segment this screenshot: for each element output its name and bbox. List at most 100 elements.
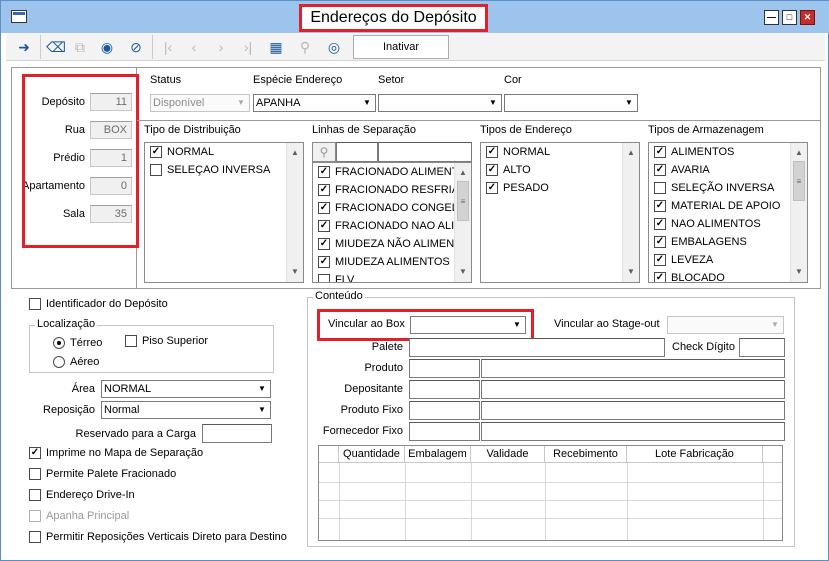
fornecedor-code-field[interactable]: [409, 422, 480, 441]
lightbulb-icon[interactable]: ◎: [322, 36, 346, 58]
inativar-button[interactable]: Inativar: [353, 35, 449, 59]
scroll-thumb[interactable]: ≡: [457, 181, 469, 221]
list-item[interactable]: ✓ LEVEZA: [649, 251, 807, 269]
grid-header-quantidade[interactable]: Quantidade: [339, 446, 405, 463]
maximize-button[interactable]: □: [782, 10, 797, 25]
palete-field[interactable]: [409, 338, 665, 357]
fornecedor-desc-field[interactable]: [481, 422, 785, 441]
list-item[interactable]: ✓ PESADO: [481, 179, 639, 197]
radio-button[interactable]: [53, 356, 65, 368]
checkbox[interactable]: ✓: [318, 166, 330, 178]
list-item[interactable]: FLV: [313, 271, 471, 282]
reposicao-combo[interactable]: Normal ▼: [101, 401, 271, 419]
checkbox[interactable]: [29, 510, 41, 522]
checkbox[interactable]: ✓: [318, 202, 330, 214]
grid-header-embalagem[interactable]: Embalagem: [405, 446, 471, 463]
checkbox[interactable]: ✓: [654, 254, 666, 266]
previous-record-icon[interactable]: ‹: [182, 36, 206, 58]
scroll-down-icon[interactable]: ▼: [623, 264, 639, 280]
list-item[interactable]: ✓ ALTO: [481, 161, 639, 179]
radio-button[interactable]: [53, 337, 65, 349]
especie-combo[interactable]: APANHA ▼: [253, 94, 376, 112]
checkbox[interactable]: ✓: [654, 218, 666, 230]
scrollbar[interactable]: ▲ ≡ ▼: [454, 163, 471, 282]
delete-icon[interactable]: ⊘: [124, 36, 148, 58]
status-combo[interactable]: Disponível ▼: [150, 94, 250, 112]
close-button[interactable]: ✕: [800, 10, 815, 25]
scroll-up-icon[interactable]: ▲: [791, 145, 807, 161]
list-item[interactable]: ✓ NORMAL: [145, 143, 303, 161]
area-combo[interactable]: NORMAL ▼: [101, 380, 271, 398]
checkbox[interactable]: [654, 182, 666, 194]
checkbox[interactable]: ✓: [318, 184, 330, 196]
produto-desc-field[interactable]: [481, 359, 785, 378]
list-item[interactable]: ✓ FRACIONADO CONGELA: [313, 199, 471, 217]
exit-icon[interactable]: ➜: [12, 36, 36, 58]
grid-header-lote[interactable]: Lote Fabricação: [627, 446, 763, 463]
last-record-icon[interactable]: ›|: [236, 36, 260, 58]
list-item[interactable]: ✓ EMBALAGENS: [649, 233, 807, 251]
save-icon[interactable]: ◉: [95, 36, 119, 58]
first-record-icon[interactable]: |‹: [156, 36, 180, 58]
scroll-down-icon[interactable]: ▼: [791, 264, 807, 280]
depositante-desc-field[interactable]: [481, 380, 785, 399]
piso-superior-checkbox[interactable]: Piso Superior: [125, 334, 208, 348]
checkbox[interactable]: ✓: [318, 256, 330, 268]
produto-fixo-code-field[interactable]: [409, 401, 480, 420]
check-digito-field[interactable]: [739, 338, 785, 357]
depositante-code-field[interactable]: [409, 380, 480, 399]
grid-view-icon[interactable]: ▦: [264, 36, 288, 58]
list-item[interactable]: ✓ AVARIA: [649, 161, 807, 179]
list-item[interactable]: ✓ NAO ALIMENTOS: [649, 215, 807, 233]
list-item[interactable]: SELEÇAO INVERSA: [145, 161, 303, 179]
eraser-icon[interactable]: ⌫: [44, 36, 68, 58]
checkbox[interactable]: [29, 489, 41, 501]
linhas-search-icon[interactable]: ⚲: [312, 142, 336, 162]
scroll-down-icon[interactable]: ▼: [455, 264, 471, 280]
scrollbar[interactable]: ▲ ▼: [622, 143, 639, 282]
terreo-radio[interactable]: Térreo: [53, 336, 102, 350]
scroll-thumb[interactable]: ≡: [793, 161, 805, 201]
list-item[interactable]: ✓ FRACIONADO NAO ALIM: [313, 217, 471, 235]
checkbox[interactable]: [318, 274, 330, 282]
list-item[interactable]: ✓ FRACIONADO RESFRIA: [313, 181, 471, 199]
checkbox[interactable]: ✓: [654, 200, 666, 212]
imprime-checkbox[interactable]: ✓ Imprime no Mapa de Separação: [29, 446, 203, 460]
checkbox[interactable]: ✓: [486, 182, 498, 194]
copy-icon[interactable]: ⧉: [68, 36, 92, 58]
grid-header-recebimento[interactable]: Recebimento: [545, 446, 627, 463]
list-item[interactable]: ✓ FRACIONADO ALIMENT: [313, 163, 471, 181]
palete-fracionado-checkbox[interactable]: Permite Palete Fracionado: [29, 467, 176, 481]
checkbox[interactable]: ✓: [654, 164, 666, 176]
reservado-field[interactable]: [202, 424, 272, 443]
stage-combo[interactable]: ▼: [667, 316, 784, 334]
grid-header-validade[interactable]: Validade: [471, 446, 545, 463]
checkbox[interactable]: ✓: [29, 447, 41, 459]
list-item[interactable]: ✓ BLOCADO: [649, 269, 807, 282]
checkbox[interactable]: [125, 335, 137, 347]
cor-combo[interactable]: ▼: [504, 94, 638, 112]
checkbox[interactable]: ✓: [654, 146, 666, 158]
checkbox[interactable]: [150, 164, 162, 176]
checkbox[interactable]: ✓: [486, 164, 498, 176]
aereo-radio[interactable]: Aéreo: [53, 355, 99, 369]
checkbox[interactable]: [29, 531, 41, 543]
reposicoes-checkbox[interactable]: Permitir Reposições Verticais Direto par…: [29, 530, 287, 544]
list-item[interactable]: ✓ MIUDEZA NÃO ALIMENT: [313, 235, 471, 253]
list-item[interactable]: SELEÇÃO INVERSA: [649, 179, 807, 197]
scroll-up-icon[interactable]: ▲: [623, 145, 639, 161]
list-item[interactable]: ✓ NORMAL: [481, 143, 639, 161]
next-record-icon[interactable]: ›: [209, 36, 233, 58]
linhas-search-code[interactable]: [336, 142, 378, 162]
scrollbar[interactable]: ▲ ▼: [286, 143, 303, 282]
identificador-checkbox[interactable]: Identificador do Depósito: [29, 297, 168, 311]
drive-in-checkbox[interactable]: Endereço Drive-In: [29, 488, 135, 502]
checkbox[interactable]: ✓: [318, 220, 330, 232]
produto-fixo-desc-field[interactable]: [481, 401, 785, 420]
list-item[interactable]: ✓ MATERIAL DE APOIO: [649, 197, 807, 215]
scroll-up-icon[interactable]: ▲: [455, 165, 471, 181]
scroll-down-icon[interactable]: ▼: [287, 264, 303, 280]
linhas-search-text[interactable]: [378, 142, 472, 162]
produto-code-field[interactable]: [409, 359, 480, 378]
checkbox[interactable]: ✓: [318, 238, 330, 250]
